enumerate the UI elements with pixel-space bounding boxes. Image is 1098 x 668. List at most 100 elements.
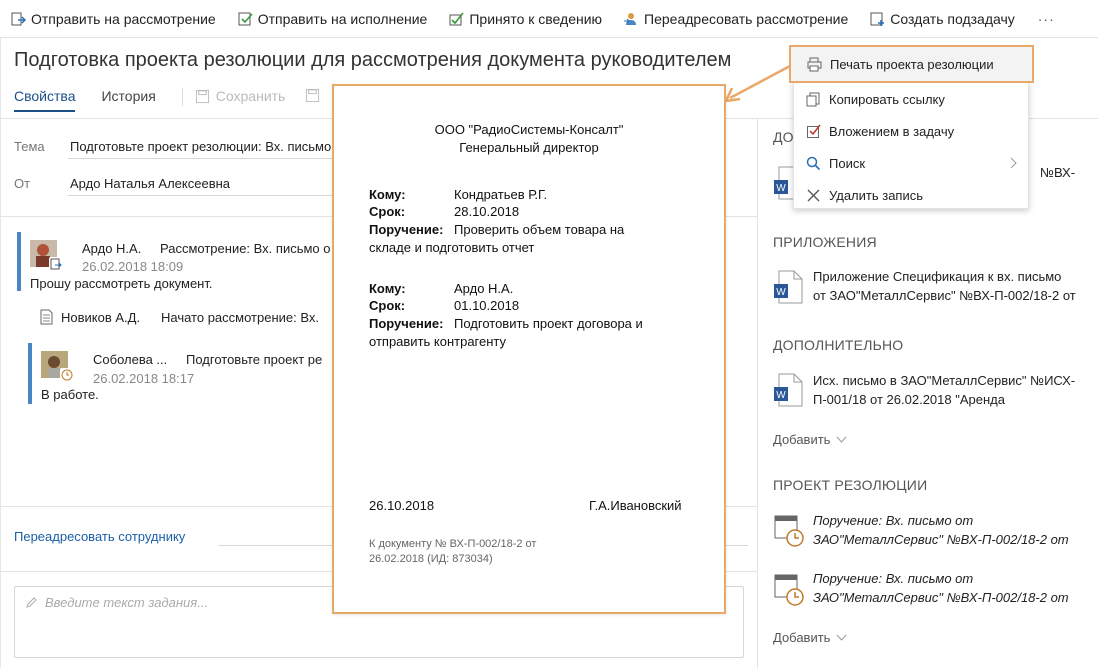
clock-badge-icon (60, 368, 74, 382)
add-label: Добавить (773, 432, 831, 447)
task-input-placeholder: Введите текст задания... (45, 595, 209, 610)
menu-attach-to-task[interactable]: Вложением в задачу (794, 115, 1030, 147)
subtask-icon (870, 12, 885, 26)
create-subtask-button[interactable]: Создать подзадачу (869, 10, 1015, 27)
menu-copy-link[interactable]: Копировать ссылку (794, 83, 1030, 115)
topic-label: Тема (14, 139, 45, 154)
task-badge-icon (49, 257, 63, 271)
document-link[interactable]: №ВХ- (1040, 163, 1075, 182)
pencil-icon (26, 597, 37, 608)
topic-underline (68, 158, 332, 159)
preview-footer-line1: К документу № ВХ-П-002/18-2 от (369, 538, 537, 550)
attachment-link-line2[interactable]: от ЗАО"МеталлСервис" №ВХ-П-002/18-2 от (813, 286, 1076, 305)
menu-print-resolution[interactable]: Печать проекта резолюции (789, 45, 1034, 83)
avatar (30, 240, 63, 271)
menu-print-label: Печать проекта резолюции (830, 56, 994, 72)
thread-message: Прошу рассмотреть документ. (30, 276, 213, 291)
redirect-employee-link[interactable]: Переадресовать сотруднику (14, 529, 185, 544)
redirect-user-icon (624, 12, 637, 25)
from-underline (68, 195, 332, 196)
preview-position: Генеральный директор (459, 140, 599, 155)
toolbar: Отправить на рассмотрение Отправить на и… (0, 0, 1098, 38)
more-button[interactable]: ··· (1038, 11, 1055, 27)
resolution-link-line1[interactable]: Поручение: Вх. письмо от (813, 511, 973, 530)
save-button[interactable]: Сохранить (195, 88, 286, 104)
save-label: Сохранить (215, 88, 286, 104)
additional-link-line1[interactable]: Исх. письмо в ЗАО"МеталлСервис" №ИСХ- (813, 371, 1075, 390)
topic-field[interactable]: Подготовьте проект резолюции: Вх. письмо (70, 139, 332, 154)
chevron-down-icon (837, 436, 847, 443)
thread-message: В работе. (41, 387, 99, 402)
accepted-label: Принято к сведению (469, 10, 603, 27)
preview-date: 26.10.2018 (369, 498, 435, 513)
right-panel-divider (757, 118, 758, 668)
search-icon (806, 156, 821, 170)
context-menu: Копировать ссылку Вложением в задачу Пои… (793, 81, 1029, 209)
thread-date: 26.02.2018 18:09 (82, 259, 184, 274)
svg-text:W: W (776, 183, 786, 194)
from-label: От (14, 176, 31, 191)
preview-due-value: 28.10.2018 (454, 204, 520, 219)
preview-due-value: 01.10.2018 (454, 298, 520, 313)
page-title: Подготовка проекта резолюции для рассмот… (14, 49, 732, 71)
tab-bar: Свойства История Сохранить (14, 88, 320, 114)
send-review-button[interactable]: Отправить на рассмотрение (10, 11, 216, 27)
attachment-link-line1[interactable]: Приложение Спецификация к вх. письмо (813, 267, 1061, 286)
thread-author[interactable]: Новиков А.Д. (61, 310, 140, 325)
accepted-icon (449, 12, 464, 25)
thread-date: 26.02.2018 18:17 (93, 371, 195, 386)
menu-delete-label: Удалить запись (829, 187, 924, 203)
thread-action[interactable]: Рассмотрение: Вх. письмо о (160, 241, 331, 256)
attachments-section-title: ПРИЛОЖЕНИЯ (773, 234, 877, 250)
preview-due-label: Срок: (369, 298, 406, 313)
thread-author[interactable]: Соболева ... (93, 352, 167, 367)
avatar (41, 351, 74, 382)
menu-delete-record[interactable]: Удалить запись (794, 179, 1030, 211)
add-resolution-button[interactable]: Добавить (773, 630, 847, 645)
send-review-label: Отправить на рассмотрение (31, 10, 216, 27)
callout-arrow (724, 64, 791, 103)
from-field[interactable]: Ардо Наталья Алексеевна (70, 176, 332, 191)
resolution-link-line1[interactable]: Поручение: Вх. письмо от (813, 569, 973, 588)
svg-text:W: W (776, 390, 786, 401)
resolution-preview: ООО "РадиоСистемы-Консалт" Генеральный д… (332, 84, 726, 614)
left-border (0, 38, 1, 668)
preview-signer: Г.А.Ивановский (589, 498, 682, 513)
tab-history[interactable]: История (101, 88, 155, 110)
svg-text:W: W (776, 287, 786, 298)
preview-task-line2: складе и подготовить отчет (369, 240, 535, 255)
additional-link-line2[interactable]: П-001/18 от 26.02.2018 "Аренда (813, 390, 1005, 409)
redirect-review-label: Переадресовать рассмотрение (644, 10, 849, 27)
preview-task-label: Поручение: (369, 316, 444, 331)
preview-task-line2: отправить контрагенту (369, 334, 507, 349)
preview-due-label: Срок: (369, 204, 406, 219)
preview-to-label: Кому: (369, 281, 406, 296)
send-review-icon (11, 12, 26, 25)
create-subtask-label: Создать подзадачу (890, 10, 1015, 27)
preview-to-value: Ардо Н.А. (454, 281, 514, 296)
send-execute-button[interactable]: Отправить на исполнение (237, 10, 428, 27)
accepted-button[interactable]: Принято к сведению (448, 11, 602, 27)
redirect-review-button[interactable]: Переадресовать рассмотрение (623, 11, 848, 27)
resolution-link-line2[interactable]: ЗАО"МеталлСервис" №ВХ-П-002/18-2 от (813, 588, 1069, 607)
checkbox-task-icon (807, 124, 821, 138)
word-file-icon: W (774, 373, 803, 407)
thread-author[interactable]: Ардо Н.А. (82, 241, 141, 256)
preview-to-label: Кому: (369, 187, 406, 202)
preview-org: ООО "РадиоСистемы-Консалт" (434, 122, 624, 137)
documents-section-title: ДО (773, 129, 794, 145)
calendar-clock-icon (774, 515, 804, 547)
thread-action[interactable]: Начато рассмотрение: Вх. (161, 310, 319, 325)
save-close-icon (306, 88, 320, 103)
save-icon (195, 89, 209, 103)
menu-search[interactable]: Поиск (794, 147, 1030, 179)
tab-separator (181, 88, 183, 106)
add-additional-button[interactable]: Добавить (773, 432, 847, 447)
resolution-link-line2[interactable]: ЗАО"МеталлСервис" №ВХ-П-002/18-2 от (813, 530, 1069, 549)
save-close-button[interactable] (305, 88, 320, 106)
menu-attach-label: Вложением в задачу (829, 123, 955, 139)
tab-properties[interactable]: Свойства (14, 88, 76, 112)
preview-task-line1: Подготовить проект договора и (454, 316, 643, 331)
send-execute-label: Отправить на исполнение (257, 10, 428, 27)
thread-action[interactable]: Подготовьте проект ре (186, 352, 322, 367)
